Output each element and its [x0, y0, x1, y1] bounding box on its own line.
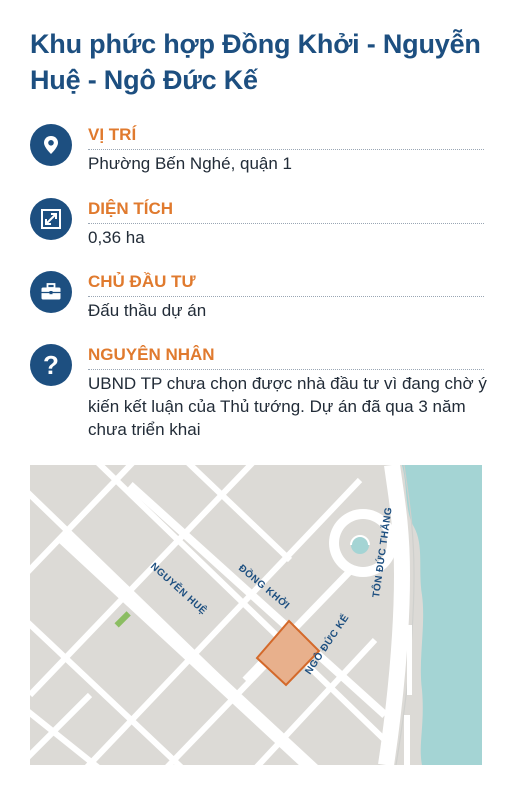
pier — [407, 625, 412, 695]
location-map: NGUYỄN HUỆ ĐỒNG KHỞI NGÔ ĐỨC KẾ TÔN ĐỨC … — [30, 465, 482, 765]
reason-label: NGUYÊN NHÂN — [88, 344, 484, 370]
reason-value: UBND TP chưa chọn được nhà đầu tư vì đan… — [88, 374, 487, 439]
location-pin-icon — [30, 124, 72, 166]
expand-arrows-icon — [30, 198, 72, 240]
investor-value: Đấu thầu dự án — [88, 301, 207, 320]
pier — [404, 715, 410, 765]
area-label: DIỆN TÍCH — [88, 198, 484, 224]
location-value: Phường Bến Nghé, quận 1 — [88, 154, 293, 173]
page-title: Khu phức hợp Đồng Khởi - Nguyễn Huệ - Ng… — [30, 29, 481, 95]
area-value: 0,36 ha — [88, 228, 145, 247]
location-label: VỊ TRÍ — [88, 124, 484, 150]
briefcase-icon — [30, 271, 72, 313]
investor-label: CHỦ ĐẦU TƯ — [88, 271, 484, 297]
question-mark-icon: ? — [30, 344, 72, 386]
